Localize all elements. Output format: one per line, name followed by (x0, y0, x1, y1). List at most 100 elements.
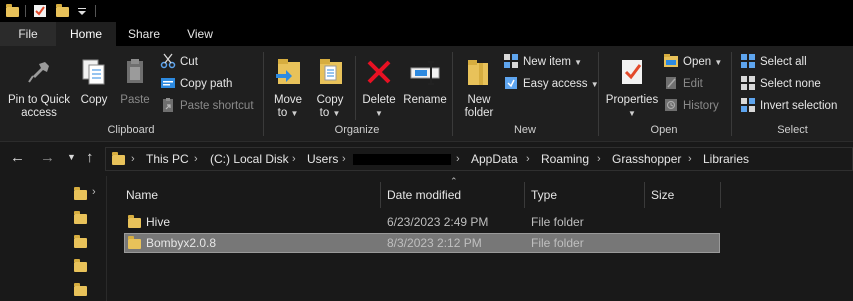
folder-icon (128, 215, 141, 228)
pin-label-1: Pin to Quick (8, 94, 70, 106)
breadcrumb-this-pc[interactable]: This PC (146, 148, 189, 170)
file-row-selected[interactable]: Bombyx2.0.8 8/3/2023 2:12 PM File folder (124, 233, 720, 253)
breadcrumb-grasshopper[interactable]: Grasshopper (612, 148, 681, 170)
expand-chevron-icon[interactable]: › (92, 186, 96, 198)
tab-file[interactable]: File (0, 22, 56, 46)
copy-button[interactable]: Copy (76, 50, 112, 107)
new-folder-quick-icon[interactable] (56, 4, 69, 17)
tab-home[interactable]: Home (56, 22, 116, 46)
customize-toolbar-dropdown-icon[interactable] (75, 4, 89, 18)
column-divider[interactable] (380, 182, 381, 208)
history-label: History (683, 100, 719, 112)
select-all-icon (741, 53, 755, 68)
column-divider[interactable] (720, 182, 721, 208)
up-arrow-icon[interactable]: ↑ (86, 149, 94, 166)
navigation-bar: ← → ▼ ↑ › This PC › (C:) Local Disk › Us… (0, 142, 853, 176)
select-none-label: Select none (760, 78, 821, 90)
clipboard-group-label: Clipboard (107, 124, 155, 136)
new-item-button[interactable]: New item ▼ (503, 52, 582, 72)
paste-shortcut-icon (163, 97, 173, 112)
breadcrumb-separator-icon[interactable]: › (456, 148, 460, 170)
redacted-username (353, 154, 451, 165)
column-header-date-modified[interactable]: Date modified (387, 184, 461, 206)
tab-view[interactable]: View (172, 22, 228, 46)
breadcrumb-separator-icon[interactable]: › (597, 148, 601, 170)
copy-path-button[interactable]: Copy path (160, 74, 232, 94)
breadcrumb-roaming[interactable]: Roaming (541, 148, 589, 170)
copy-path-label: Copy path (180, 78, 233, 90)
delete-button[interactable]: Delete ▼ (360, 50, 398, 120)
properties-icon (622, 60, 642, 84)
breadcrumb-separator-icon[interactable]: › (526, 148, 530, 170)
nav-folder-icon[interactable] (74, 283, 87, 296)
breadcrumb-local-disk[interactable]: (C:) Local Disk (210, 148, 289, 170)
breadcrumb-libraries[interactable]: Libraries (703, 148, 749, 170)
open-button[interactable]: Open ▼ (663, 52, 722, 72)
group-open: Properties ▼ Open ▼ Edit History Open (599, 46, 729, 142)
forward-arrow-icon[interactable]: → (40, 149, 55, 166)
breadcrumb-separator-icon[interactable]: › (131, 148, 135, 170)
tab-share[interactable]: Share (116, 22, 172, 46)
move-to-label-1: Move (273, 94, 303, 106)
move-to-icon (276, 59, 300, 84)
nav-folder-icon[interactable] (74, 187, 87, 200)
invert-selection-button[interactable]: Invert selection (740, 96, 837, 116)
history-button[interactable]: History (663, 96, 719, 116)
breadcrumb-users[interactable]: Users (307, 148, 338, 170)
chevron-down-icon: ▼ (290, 109, 299, 118)
select-none-button[interactable]: Select none (740, 74, 821, 94)
file-name: Hive (146, 215, 171, 229)
paste-shortcut-button[interactable]: Paste shortcut (160, 96, 254, 116)
open-group-label: Open (650, 124, 678, 136)
file-row[interactable]: Hive 6/23/2023 2:49 PM File folder (124, 212, 720, 232)
paste-button[interactable]: Paste (116, 50, 154, 107)
easy-access-button[interactable]: Easy access ▼ (503, 74, 599, 94)
properties-check-icon[interactable] (33, 4, 47, 18)
breadcrumb-separator-icon[interactable]: › (688, 148, 692, 170)
column-header-type[interactable]: Type (531, 184, 557, 206)
copy-to-label-2: to (319, 107, 330, 119)
properties-button[interactable]: Properties ▼ (603, 50, 661, 120)
pin-icon (28, 62, 49, 83)
breadcrumb-separator-icon[interactable]: › (194, 148, 198, 170)
rename-button[interactable]: Rename (400, 50, 450, 107)
invert-selection-label: Invert selection (760, 100, 838, 112)
cut-label: Cut (180, 56, 198, 68)
column-header-size[interactable]: Size (651, 184, 674, 206)
file-date: 6/23/2023 2:49 PM (387, 215, 489, 229)
rename-icon (410, 61, 440, 85)
cut-button[interactable]: Cut (160, 52, 198, 72)
breadcrumb-appdata[interactable]: AppData (471, 148, 518, 170)
breadcrumb-separator-icon[interactable]: › (342, 148, 346, 170)
copy-icon (82, 59, 105, 85)
back-arrow-icon[interactable]: ← (10, 149, 25, 166)
chevron-down-icon: ▼ (375, 109, 383, 118)
invert-selection-icon (741, 97, 755, 112)
history-icon (665, 98, 677, 111)
copy-label: Copy (80, 94, 108, 106)
column-header-name[interactable]: Name (126, 184, 158, 206)
copy-to-button[interactable]: Copy to ▼ (310, 50, 350, 120)
copy-path-icon (161, 77, 175, 88)
address-bar[interactable]: › This PC › (C:) Local Disk › Users › › … (105, 147, 853, 171)
new-folder-icon (468, 60, 488, 85)
select-all-button[interactable]: Select all (740, 52, 807, 72)
breadcrumb-separator-icon[interactable]: › (292, 148, 296, 170)
column-divider[interactable] (644, 182, 645, 208)
nav-folder-icon[interactable] (74, 211, 87, 224)
recent-locations-chevron-icon[interactable]: ▼ (67, 152, 76, 162)
new-item-label: New item (523, 56, 571, 68)
pin-to-quick-access-button[interactable]: Pin to Quick access (4, 50, 74, 120)
easy-access-icon (505, 76, 517, 89)
nav-folder-icon[interactable] (74, 259, 87, 272)
column-divider[interactable] (524, 182, 525, 208)
move-to-button[interactable]: Move to ▼ (268, 50, 308, 120)
address-folder-icon (112, 152, 125, 165)
chevron-down-icon: ▼ (714, 58, 723, 67)
file-type: File folder (531, 215, 584, 229)
edit-button[interactable]: Edit (663, 74, 703, 94)
group-clipboard: Pin to Quick access Copy Paste Cut Copy … (0, 46, 262, 142)
nav-folder-icon[interactable] (74, 235, 87, 248)
scissors-icon (160, 53, 176, 69)
new-folder-button[interactable]: New folder (459, 50, 499, 120)
